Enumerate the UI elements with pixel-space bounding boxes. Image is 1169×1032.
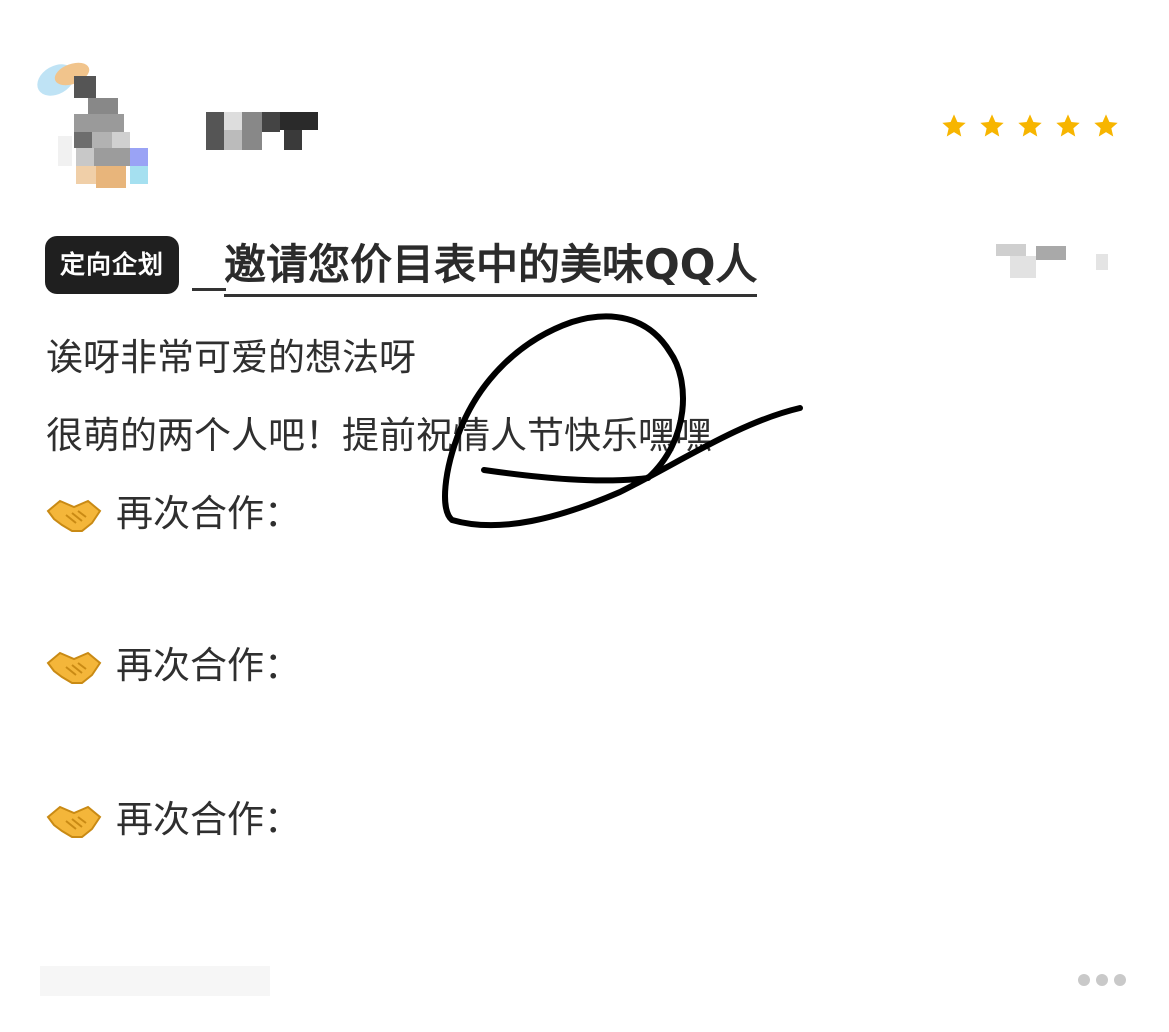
- footer-blurred: [40, 960, 270, 1000]
- star-icon: [1056, 114, 1080, 137]
- cooperation-row-3: 再次合作：: [46, 796, 301, 844]
- handshake-icon: [46, 499, 102, 532]
- cooperation-label: 再次合作：: [116, 492, 301, 535]
- star-rating: [940, 112, 1120, 140]
- review-line-2: 很萌的两个人吧！提前祝情人节快乐嘿嘿: [46, 414, 712, 457]
- campaign-tag: 定向企划: [45, 236, 180, 294]
- review-line-1: 诶呀非常可爱的想法呀: [46, 336, 416, 379]
- star-icon: [980, 114, 1004, 137]
- star-icon: [942, 114, 966, 137]
- meta-blurred: [980, 240, 1130, 280]
- cooperation-label: 再次合作：: [116, 798, 301, 841]
- username-blurred[interactable]: [206, 112, 318, 150]
- review-title[interactable]: 邀请您价目表中的美味QQ人: [224, 236, 758, 297]
- cooperation-row-2: 再次合作：: [46, 642, 301, 690]
- avatar[interactable]: [28, 48, 178, 200]
- title-underline-lead: [192, 288, 226, 291]
- more-dots-icon[interactable]: [1078, 974, 1126, 986]
- cooperation-label: 再次合作：: [116, 644, 301, 687]
- handshake-icon: [46, 651, 102, 684]
- star-icon: [1094, 114, 1118, 137]
- handshake-icon: [46, 805, 102, 838]
- star-icon: [1018, 114, 1042, 137]
- cooperation-row-1: 再次合作：: [46, 490, 301, 538]
